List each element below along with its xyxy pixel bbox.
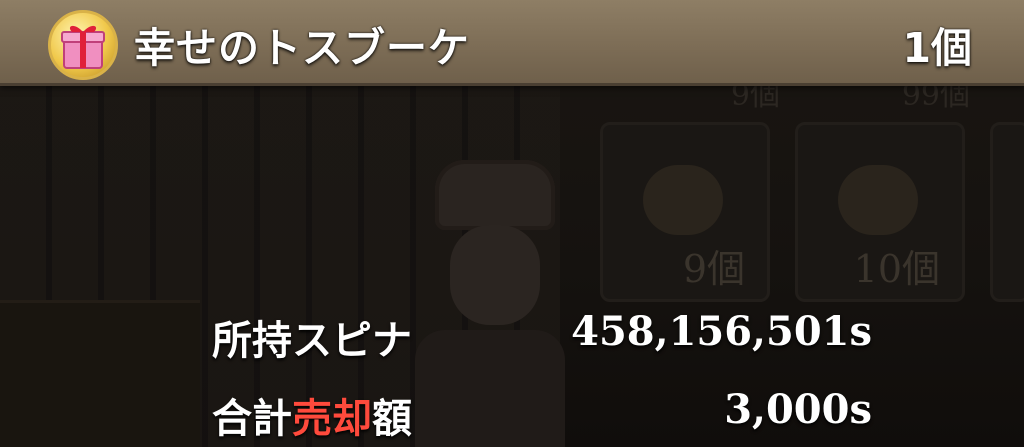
item-name: 幸せのトスブーケ (134, 24, 470, 72)
item-tile[interactable]: 9個 (600, 122, 770, 302)
gift-box-icon (48, 10, 118, 80)
item-tile[interactable]: 10個 (795, 122, 965, 302)
total-sale-value: 3,000s (724, 386, 872, 433)
owned-spina-label: 所持スピナ (212, 318, 412, 364)
item-tile-count: 9個 (682, 247, 745, 291)
item-tile-icon (838, 165, 918, 235)
item-tile[interactable] (990, 122, 1024, 302)
owned-spina-value: 458,156,501s (571, 308, 872, 355)
character-body (415, 330, 565, 447)
item-header-bar: 幸せのトスブーケ 1個 (0, 0, 1024, 86)
total-sale-label-suffix: 額 (372, 396, 412, 442)
total-sale-label: 合計売却額 (212, 386, 412, 444)
character-face (450, 225, 540, 325)
item-tile-count: 10個 (853, 247, 940, 291)
item-tile-icon (643, 165, 723, 235)
character-cap (435, 160, 555, 230)
background-shelf (0, 300, 200, 447)
total-sale-label-prefix: 合計 (212, 396, 292, 442)
item-count: 1個 (902, 24, 972, 72)
background-character (395, 150, 585, 447)
total-sale-label-highlight: 売却 (292, 396, 372, 442)
